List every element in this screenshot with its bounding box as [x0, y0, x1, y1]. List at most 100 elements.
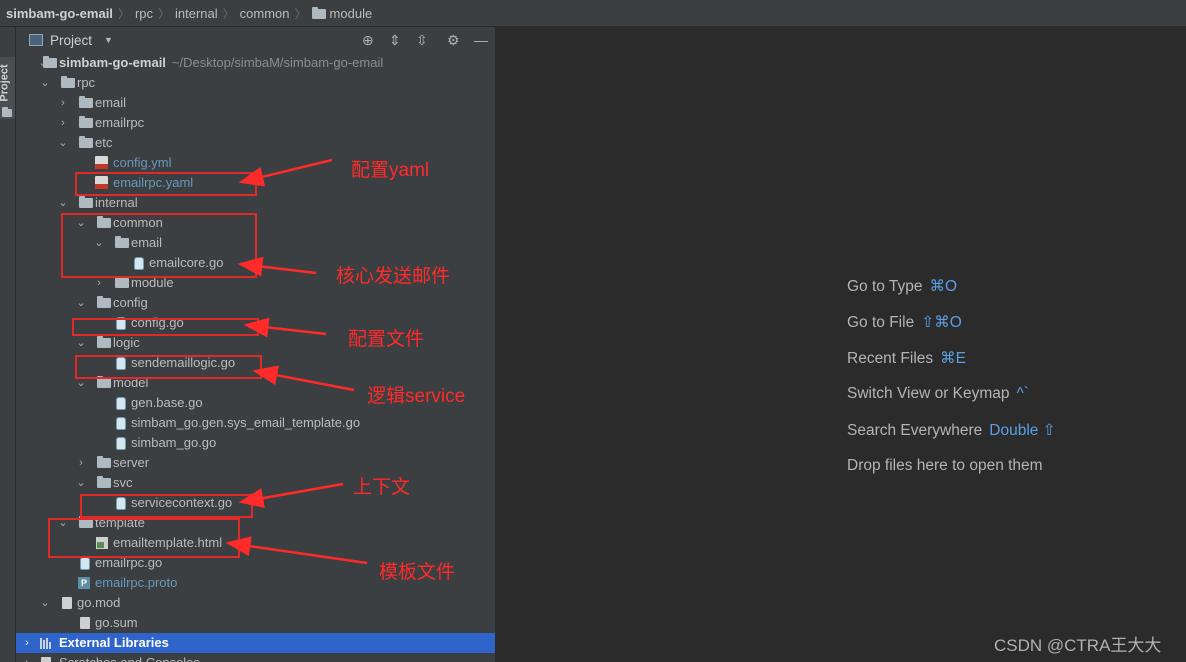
- annotation-box-template: [48, 518, 240, 558]
- gear-icon[interactable]: ⚙: [447, 32, 460, 49]
- panel-title[interactable]: Project: [50, 33, 92, 48]
- chevron-right-icon: 〉: [222, 6, 235, 21]
- tree-row-rpc[interactable]: ⌄ rpc: [16, 73, 495, 93]
- annotation-box-core: [61, 213, 257, 278]
- annotation-box-context: [80, 494, 253, 518]
- tree-row-internal[interactable]: ⌄ internal: [16, 193, 495, 213]
- tree-label: svc: [113, 475, 133, 490]
- hint-recent-files: Recent Files ⌘E: [847, 349, 966, 368]
- hint-label: Go to Type: [847, 278, 923, 295]
- annotation-core: 核心发送邮件: [336, 266, 451, 287]
- tree-label: emailrpc.proto: [95, 575, 178, 590]
- tree-label: server: [113, 455, 150, 470]
- chevron-down-icon[interactable]: ⌄: [40, 593, 50, 613]
- breadcrumb-project[interactable]: simbam-go-email: [0, 6, 117, 21]
- chevron-down-icon[interactable]: ⌄: [76, 333, 86, 353]
- hint-label: Recent Files: [847, 350, 934, 367]
- hide-panel-icon[interactable]: —: [474, 32, 488, 48]
- folder-icon: [61, 76, 75, 88]
- hint-go-to-type: Go to Type ⌘O: [847, 277, 957, 296]
- hint-label: Drop files here to open them: [847, 457, 1043, 474]
- tree-row-server[interactable]: › server: [16, 453, 495, 473]
- chevron-down-icon[interactable]: ⌄: [58, 133, 68, 153]
- tree-row-emailrpc[interactable]: › emailrpc: [16, 113, 495, 133]
- folder-icon: [115, 276, 129, 288]
- chevron-right-icon[interactable]: ›: [58, 93, 68, 113]
- scratches-icon: [41, 657, 51, 662]
- expand-all-icon[interactable]: ⇕: [389, 32, 401, 49]
- tree-label: simbam-go-email ~/Desktop/simbaM/simbam-g…: [59, 53, 383, 73]
- folder-icon: [97, 476, 111, 488]
- dropdown-caret-icon[interactable]: ▼: [104, 35, 113, 45]
- tree-row-gen-sys-email-template-go[interactable]: simbam_go.gen.sys_email_template.go: [16, 413, 495, 433]
- chevron-down-icon[interactable]: ⌄: [40, 73, 50, 93]
- chevron-down-icon[interactable]: ⌄: [76, 473, 86, 493]
- folder-icon: [43, 56, 57, 68]
- tree-row-email[interactable]: › email: [16, 93, 495, 113]
- folder-icon: [2, 107, 12, 117]
- tool-window-strip: Project: [0, 27, 16, 662]
- tree-row-simbam-go-go[interactable]: simbam_go.go: [16, 433, 495, 453]
- annotation-box-config: [72, 318, 259, 336]
- chevron-right-icon[interactable]: ›: [76, 453, 86, 473]
- hint-label: Switch View or Keymap: [847, 385, 1010, 402]
- chevron-down-icon[interactable]: ⌄: [76, 293, 86, 313]
- hint-label: Go to File: [847, 314, 915, 331]
- tree-label: simbam_go.gen.sys_email_template.go: [131, 415, 361, 430]
- breadcrumb-item-label: module: [329, 5, 373, 21]
- go-file-icon: [116, 417, 126, 430]
- chevron-right-icon[interactable]: ›: [22, 653, 32, 662]
- tree-label: go.mod: [77, 595, 121, 610]
- annotation-config: 配置文件: [348, 329, 425, 350]
- tree-label: simbam_go.go: [131, 435, 217, 450]
- folder-icon: [97, 376, 111, 388]
- breadcrumb-item-module[interactable]: module: [308, 6, 377, 21]
- library-icon: [40, 638, 54, 649]
- chevron-right-icon: 〉: [294, 6, 307, 21]
- tree-row-svc[interactable]: ⌄ svc: [16, 473, 495, 493]
- chevron-right-icon[interactable]: ›: [58, 113, 68, 133]
- chevron-right-icon[interactable]: ›: [22, 633, 32, 653]
- go-file-icon: [80, 557, 90, 570]
- folder-icon: [79, 116, 93, 128]
- folder-icon: [79, 196, 93, 208]
- hint-switch-view: Switch View or Keymap ^`: [847, 385, 1029, 403]
- hint-go-to-file: Go to File ⇧⌘O: [847, 313, 962, 332]
- annotation-box-logic: [75, 355, 262, 379]
- tree-row-go-mod[interactable]: ⌄ go.mod: [16, 593, 495, 613]
- go-file-icon: [116, 437, 126, 450]
- tree-row-root[interactable]: ⌄ simbam-go-email~/Desktop/simbaM/simbam…: [16, 53, 495, 73]
- editor-empty-area[interactable]: Go to Type ⌘O Go to File ⇧⌘O Recent Files ⌘…: [496, 27, 1186, 662]
- annotation-yaml: 配置yaml: [351, 160, 430, 181]
- hint-drop-files: Drop files here to open them: [847, 457, 1043, 475]
- breadcrumb-item-common[interactable]: common: [236, 6, 294, 21]
- tree-row-go-sum[interactable]: go.sum: [16, 613, 495, 633]
- tree-label: email: [95, 95, 127, 110]
- chevron-down-icon[interactable]: ⌄: [58, 193, 68, 213]
- hint-shortcut: ⇧⌘O: [921, 314, 962, 331]
- tree-label: Scratches and Consoles: [59, 653, 200, 662]
- collapse-all-icon[interactable]: ⇳: [416, 32, 428, 49]
- annotation-logic: 逻辑service: [367, 386, 466, 407]
- hint-label: Search Everywhere: [847, 422, 983, 439]
- tree-label: etc: [95, 135, 113, 150]
- go-sum-file-icon: [80, 617, 90, 629]
- project-view-icon: [29, 34, 43, 46]
- tree-row-etc[interactable]: ⌄ etc: [16, 133, 495, 153]
- root-path: ~/Desktop/simbaM/simbam-go-email: [171, 55, 384, 70]
- project-tab-label: Project: [0, 64, 11, 102]
- tree-row-external-libraries[interactable]: › External Libraries: [16, 633, 495, 653]
- locate-icon[interactable]: ⊕: [362, 32, 374, 49]
- tree-row-scratches[interactable]: › Scratches and Consoles: [16, 653, 495, 662]
- chevron-right-icon: 〉: [117, 6, 130, 21]
- breadcrumb-item-internal[interactable]: internal: [171, 6, 222, 21]
- breadcrumb-item-rpc[interactable]: rpc: [131, 6, 157, 21]
- project-panel-header: Project ▼ ⊕ ⇕ ⇳ ⚙ —: [16, 27, 495, 53]
- tree-row-config[interactable]: ⌄ config: [16, 293, 495, 313]
- annotation-context: 上下文: [353, 477, 411, 498]
- tree-label: go.sum: [95, 615, 138, 630]
- project-tool-tab[interactable]: Project: [0, 57, 15, 119]
- go-mod-file-icon: [62, 597, 72, 609]
- hint-shortcut: ⌘E: [940, 350, 966, 367]
- chevron-right-icon: 〉: [158, 6, 171, 21]
